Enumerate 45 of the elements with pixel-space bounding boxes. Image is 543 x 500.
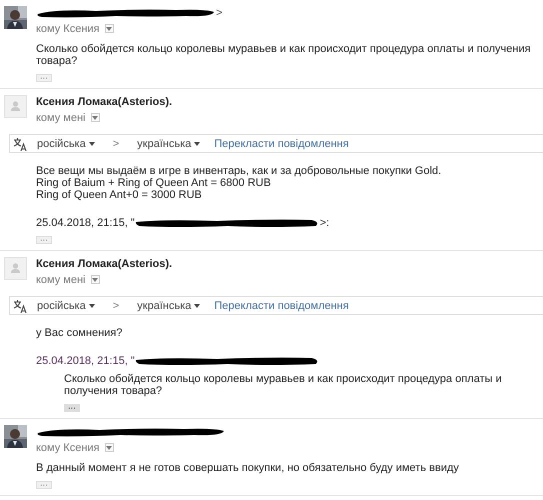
source-language-dropdown[interactable]: російська bbox=[37, 138, 95, 150]
translate-link[interactable]: Перекласти повідомлення bbox=[214, 300, 349, 312]
sender-name: Ксения Ломака(Asterios). bbox=[36, 258, 172, 270]
source-language-dropdown[interactable]: російська bbox=[37, 300, 95, 312]
sender-name: > bbox=[216, 6, 222, 18]
quote-header: >: bbox=[320, 217, 330, 229]
translate-icon bbox=[13, 298, 27, 312]
recipient-label: кому Ксения bbox=[36, 22, 100, 34]
caret-icon bbox=[106, 446, 112, 450]
caret-icon bbox=[194, 304, 200, 308]
message-text: В данный момент я не готов совершать покупки, но обязательно буду иметь ввиду bbox=[36, 462, 460, 474]
target-language-dropdown[interactable]: українська bbox=[137, 300, 200, 312]
target-language-dropdown[interactable]: українська bbox=[137, 138, 200, 150]
message-text: Сколько обойдется кольцо королевы муравьев и как происходит процедура оплаты и получения товара? bbox=[36, 43, 532, 67]
avatar-icon bbox=[4, 95, 27, 118]
show-trimmed-button[interactable]: ··· bbox=[36, 481, 52, 489]
details-button[interactable] bbox=[90, 275, 100, 284]
caret-icon bbox=[88, 142, 95, 146]
show-trimmed-button[interactable]: ··· bbox=[36, 74, 52, 82]
recipient-label: кому мені bbox=[36, 112, 86, 124]
show-trimmed-button[interactable]: ··· bbox=[64, 404, 80, 412]
details-button[interactable] bbox=[90, 113, 100, 122]
message-text: Все вещи мы выдаём в игре в инвентарь, как и за добровольные покупки Gold. bbox=[36, 165, 442, 177]
caret-icon bbox=[194, 142, 200, 146]
sender-name: Ксения Ломака(Asterios). bbox=[36, 96, 172, 108]
arrow-separator: > bbox=[112, 138, 120, 150]
caret-icon bbox=[92, 116, 98, 120]
message-text: Ring of Queen Ant+0 = 3000 RUB bbox=[36, 189, 203, 201]
quote-header: 25.04.2018, 21:15, " bbox=[36, 355, 135, 367]
recipient-label: кому мені bbox=[36, 274, 86, 286]
details-button[interactable] bbox=[104, 443, 114, 452]
caret-icon bbox=[106, 26, 112, 30]
translate-link[interactable]: Перекласти повідомлення bbox=[214, 138, 349, 150]
quote-header: 25.04.2018, 21:15, " bbox=[36, 217, 135, 229]
caret-icon bbox=[88, 304, 95, 308]
recipient-label: кому Ксения bbox=[36, 442, 100, 454]
translate-icon bbox=[13, 136, 27, 150]
quoted-text: Сколько обойдется кольцо королевы муравьев и как происходит процедура оплаты и получения товара? bbox=[63, 373, 503, 397]
caret-icon bbox=[92, 278, 98, 282]
details-button[interactable] bbox=[104, 24, 114, 33]
show-trimmed-button[interactable]: ··· bbox=[36, 236, 52, 244]
message-text: Ring of Baium + Ring of Queen Ant = 6800 RUB bbox=[36, 177, 272, 189]
avatar-icon bbox=[4, 257, 27, 280]
message-text: у Вас сомнения? bbox=[36, 327, 124, 339]
arrow-separator: > bbox=[112, 300, 120, 312]
